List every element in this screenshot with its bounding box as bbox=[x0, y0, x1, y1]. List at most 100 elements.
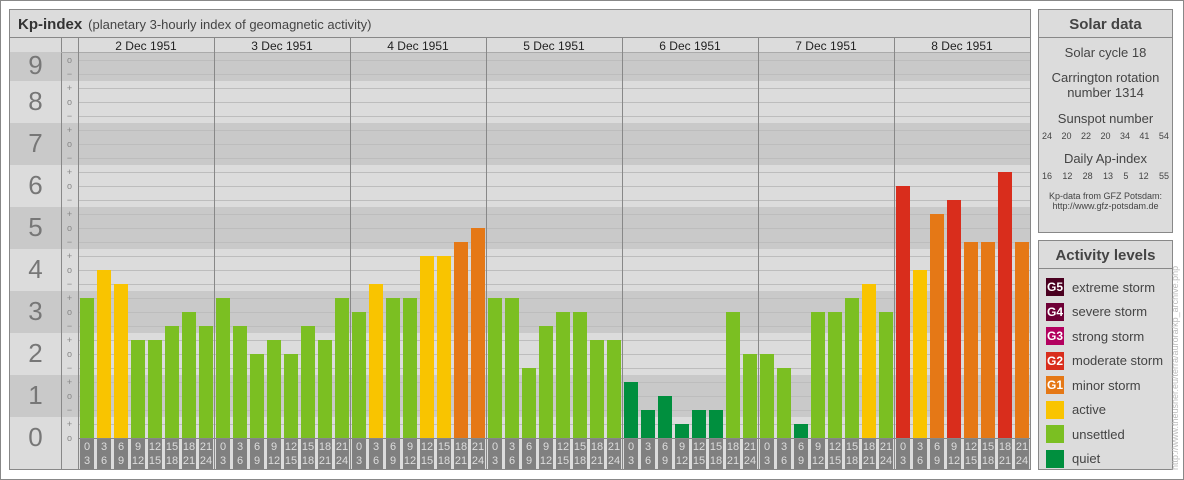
hour-start: 6 bbox=[525, 441, 533, 453]
kp-bar bbox=[80, 297, 94, 438]
gridline bbox=[78, 213, 1030, 215]
day-divider bbox=[486, 38, 487, 469]
kp-bar bbox=[369, 283, 383, 438]
sunspot-label: Sunspot number bbox=[1057, 111, 1154, 126]
hour-start: 3 bbox=[372, 441, 380, 453]
hour-end: 12 bbox=[811, 455, 825, 467]
hour-label: 18 21 bbox=[590, 439, 604, 469]
hour-label: 69 bbox=[930, 439, 944, 469]
hour-start: 18 bbox=[998, 441, 1012, 453]
hour-start: 15 bbox=[165, 441, 179, 453]
legend-label: active bbox=[1072, 402, 1106, 418]
hour-start: 3 bbox=[916, 441, 924, 453]
hour-label: 36 bbox=[913, 439, 927, 469]
kp-bar bbox=[692, 409, 706, 438]
carrington-line1: Carrington rotation bbox=[1051, 70, 1160, 85]
y-tick-label: 4 bbox=[28, 253, 43, 284]
hour-end: 3 bbox=[83, 455, 91, 467]
hour-start: 9 bbox=[406, 441, 414, 453]
hour-end: 6 bbox=[644, 455, 652, 467]
source-link[interactable]: http://www.gfz-potsdam.de bbox=[1039, 201, 1172, 211]
hour-start: 12 bbox=[148, 441, 162, 453]
hour-end: 15 bbox=[964, 455, 978, 467]
hour-end: 24 bbox=[1015, 455, 1029, 467]
hour-end: 6 bbox=[372, 455, 380, 467]
sunspot-value: 20 bbox=[1061, 131, 1072, 141]
hour-start: 0 bbox=[491, 441, 499, 453]
legend-label: moderate storm bbox=[1072, 353, 1164, 369]
sunspot-value: 24 bbox=[1042, 131, 1053, 141]
y-tick-label: 9 bbox=[28, 50, 43, 81]
ap-value: 5 bbox=[1123, 171, 1129, 181]
hour-label: 15 18 bbox=[301, 439, 315, 469]
hour-start: 18 bbox=[454, 441, 468, 453]
kp-bar bbox=[471, 227, 485, 438]
gridline bbox=[78, 157, 1030, 159]
hour-label: 15 18 bbox=[709, 439, 723, 469]
kp-bar bbox=[233, 325, 247, 438]
hour-start: 21 bbox=[743, 441, 757, 453]
hour-start: 21 bbox=[471, 441, 485, 453]
hour-label: 69 bbox=[794, 439, 808, 469]
sunspot-values: 24 20 22 20 34 41 54 bbox=[1039, 131, 1172, 141]
legend-label: extreme storm bbox=[1072, 279, 1156, 295]
kp-bar bbox=[301, 325, 315, 438]
hour-start: 3 bbox=[508, 441, 516, 453]
legend-label: unsettled bbox=[1072, 426, 1125, 442]
hour-start: 0 bbox=[763, 441, 771, 453]
legend-item: G3 strong storm bbox=[1039, 324, 1172, 349]
kp-bar bbox=[1015, 241, 1029, 438]
hour-end: 12 bbox=[947, 455, 961, 467]
hour-end: 3 bbox=[491, 455, 499, 467]
day-divider bbox=[350, 38, 351, 469]
hour-label: 12 15 bbox=[692, 439, 706, 469]
hour-label: 9 12 bbox=[131, 439, 145, 469]
hour-label: 15 18 bbox=[165, 439, 179, 469]
kp-bar bbox=[879, 311, 893, 438]
hour-start: 21 bbox=[1015, 441, 1029, 453]
legend-label: quiet bbox=[1072, 451, 1101, 467]
hour-start: 9 bbox=[950, 441, 958, 453]
third-mark: − bbox=[66, 152, 73, 163]
kp-bar bbox=[709, 409, 723, 438]
legend-list: G5 extreme storm G4 severe storm G3 strong st… bbox=[1039, 269, 1172, 471]
legend-swatch: G2 bbox=[1046, 351, 1064, 370]
hour-start: 6 bbox=[253, 441, 261, 453]
kp-bar bbox=[811, 311, 825, 438]
hour-start: 12 bbox=[828, 441, 842, 453]
hour-label: 21 24 bbox=[879, 439, 893, 469]
hour-end: 9 bbox=[933, 455, 941, 467]
sunspot-value: 34 bbox=[1119, 131, 1130, 141]
day-divider bbox=[214, 38, 215, 469]
y-tick-label: 1 bbox=[28, 379, 43, 410]
hour-end: 3 bbox=[763, 455, 771, 467]
hour-label: 18 21 bbox=[454, 439, 468, 469]
third-mark: + bbox=[66, 418, 73, 429]
hour-label: 12 15 bbox=[284, 439, 298, 469]
day-divider bbox=[622, 38, 623, 469]
hour-start: 15 bbox=[301, 441, 315, 453]
kp-bar bbox=[114, 283, 128, 438]
hour-start: 0 bbox=[83, 441, 91, 453]
hour-start: 6 bbox=[117, 441, 125, 453]
kp-bar bbox=[981, 241, 995, 438]
third-mark: − bbox=[66, 194, 73, 205]
legend-item: active bbox=[1039, 398, 1172, 423]
hour-end: 21 bbox=[182, 455, 196, 467]
hour-end: 12 bbox=[131, 455, 145, 467]
hour-start: 0 bbox=[899, 441, 907, 453]
hour-end: 6 bbox=[508, 455, 516, 467]
day-label: 5 Dec 1951 bbox=[523, 39, 585, 53]
hour-start: 12 bbox=[692, 441, 706, 453]
legend-swatch bbox=[1046, 449, 1064, 468]
hour-start: 12 bbox=[964, 441, 978, 453]
third-mark: − bbox=[66, 404, 73, 415]
hour-end: 21 bbox=[590, 455, 604, 467]
hour-end: 24 bbox=[607, 455, 621, 467]
kp-band-9 bbox=[10, 52, 1030, 81]
hour-start: 9 bbox=[542, 441, 550, 453]
hour-label: 36 bbox=[505, 439, 519, 469]
ap-value: 28 bbox=[1082, 171, 1093, 181]
kp-bar bbox=[998, 171, 1012, 438]
hour-label: 9 12 bbox=[403, 439, 417, 469]
